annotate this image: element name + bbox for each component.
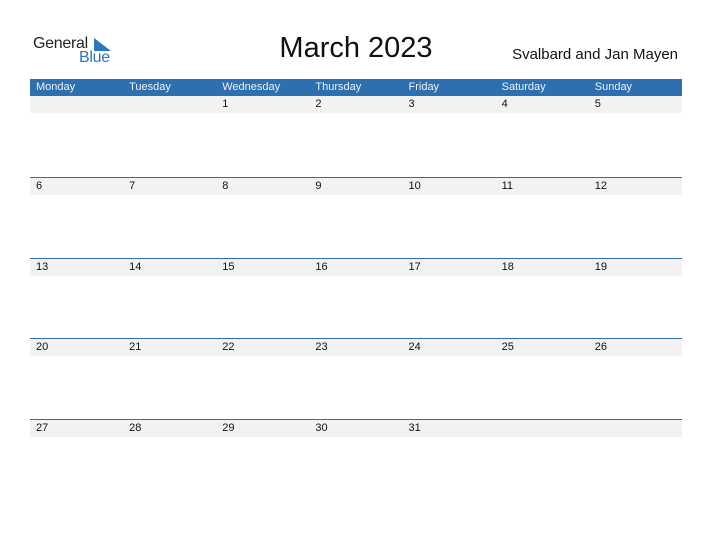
- weekday-wednesday: Wednesday: [222, 81, 281, 93]
- date-strip: 27 28 29 30 31: [30, 419, 682, 437]
- day-cell: 3: [408, 98, 415, 110]
- day-cell: 25: [501, 341, 514, 353]
- weekday-thursday: Thursday: [315, 81, 362, 93]
- weekday-friday: Friday: [408, 81, 440, 93]
- date-strip: 13 14 15 16 17 18 19: [30, 258, 682, 276]
- day-cell: 19: [594, 260, 607, 273]
- day-cell: 27: [36, 421, 49, 434]
- day-cell: 30: [315, 421, 328, 434]
- day-cell: 15: [222, 260, 235, 273]
- day-cell: [589, 420, 682, 437]
- day-cell: 8: [222, 180, 229, 192]
- date-strip: 20 21 22 23 24 25 26: [30, 339, 682, 356]
- day-cell: 31: [408, 421, 421, 434]
- weeks-container: 1 2 3 4 5 6 7 8 9 10 11 12 13 14 15 16 17 18 19 20 21 22 23 24 2…: [30, 96, 682, 499]
- day-cell: 24: [408, 341, 421, 353]
- weekday-saturday: Saturday: [501, 81, 546, 93]
- day-cell: 10: [408, 180, 421, 192]
- day-cell: 11: [501, 180, 514, 192]
- day-cell: [496, 420, 589, 437]
- day-cell: 22: [222, 341, 235, 353]
- date-strip: 6 7 8 9 10 11 12: [30, 178, 682, 195]
- day-cell: 17: [408, 260, 421, 273]
- day-cell: 6: [36, 180, 43, 192]
- day-cell: [30, 96, 123, 113]
- day-cell: 14: [129, 260, 142, 273]
- day-cell: 21: [129, 341, 142, 353]
- weekday-monday: Monday: [36, 81, 76, 93]
- day-cell: 4: [501, 98, 508, 110]
- day-cell: 20: [36, 341, 49, 353]
- day-cell: [123, 96, 216, 113]
- day-cell: 12: [594, 180, 607, 192]
- day-cell: 2: [315, 98, 322, 110]
- day-cell: 16: [315, 260, 328, 273]
- weekday-tuesday: Tuesday: [129, 81, 171, 93]
- day-cell: 26: [594, 341, 607, 353]
- day-cell: 9: [315, 180, 322, 192]
- calendar-grid: Monday Tuesday Wednesday Thursday Friday…: [30, 79, 682, 499]
- week-row: 13 14 15 16 17 18 19: [30, 257, 682, 339]
- day-cell: 13: [36, 260, 49, 273]
- day-cell: 5: [594, 98, 601, 110]
- weekday-header: Monday Tuesday Wednesday Thursday Friday…: [30, 79, 682, 96]
- day-cell: 29: [222, 421, 235, 434]
- weekday-sunday: Sunday: [594, 81, 633, 93]
- week-row: 1 2 3 4 5: [30, 96, 682, 177]
- week-row: 6 7 8 9 10 11 12: [30, 177, 682, 258]
- date-strip: 1 2 3 4 5: [30, 96, 682, 113]
- week-row: 27 28 29 30 31: [30, 418, 682, 500]
- week-row: 20 21 22 23 24 25 26: [30, 338, 682, 419]
- day-cell: 18: [501, 260, 514, 273]
- region-label: Svalbard and Jan Mayen: [512, 46, 678, 63]
- day-cell: 28: [129, 421, 142, 434]
- day-cell: 7: [129, 180, 136, 192]
- day-cell: 1: [222, 98, 229, 110]
- day-cell: 23: [315, 341, 328, 353]
